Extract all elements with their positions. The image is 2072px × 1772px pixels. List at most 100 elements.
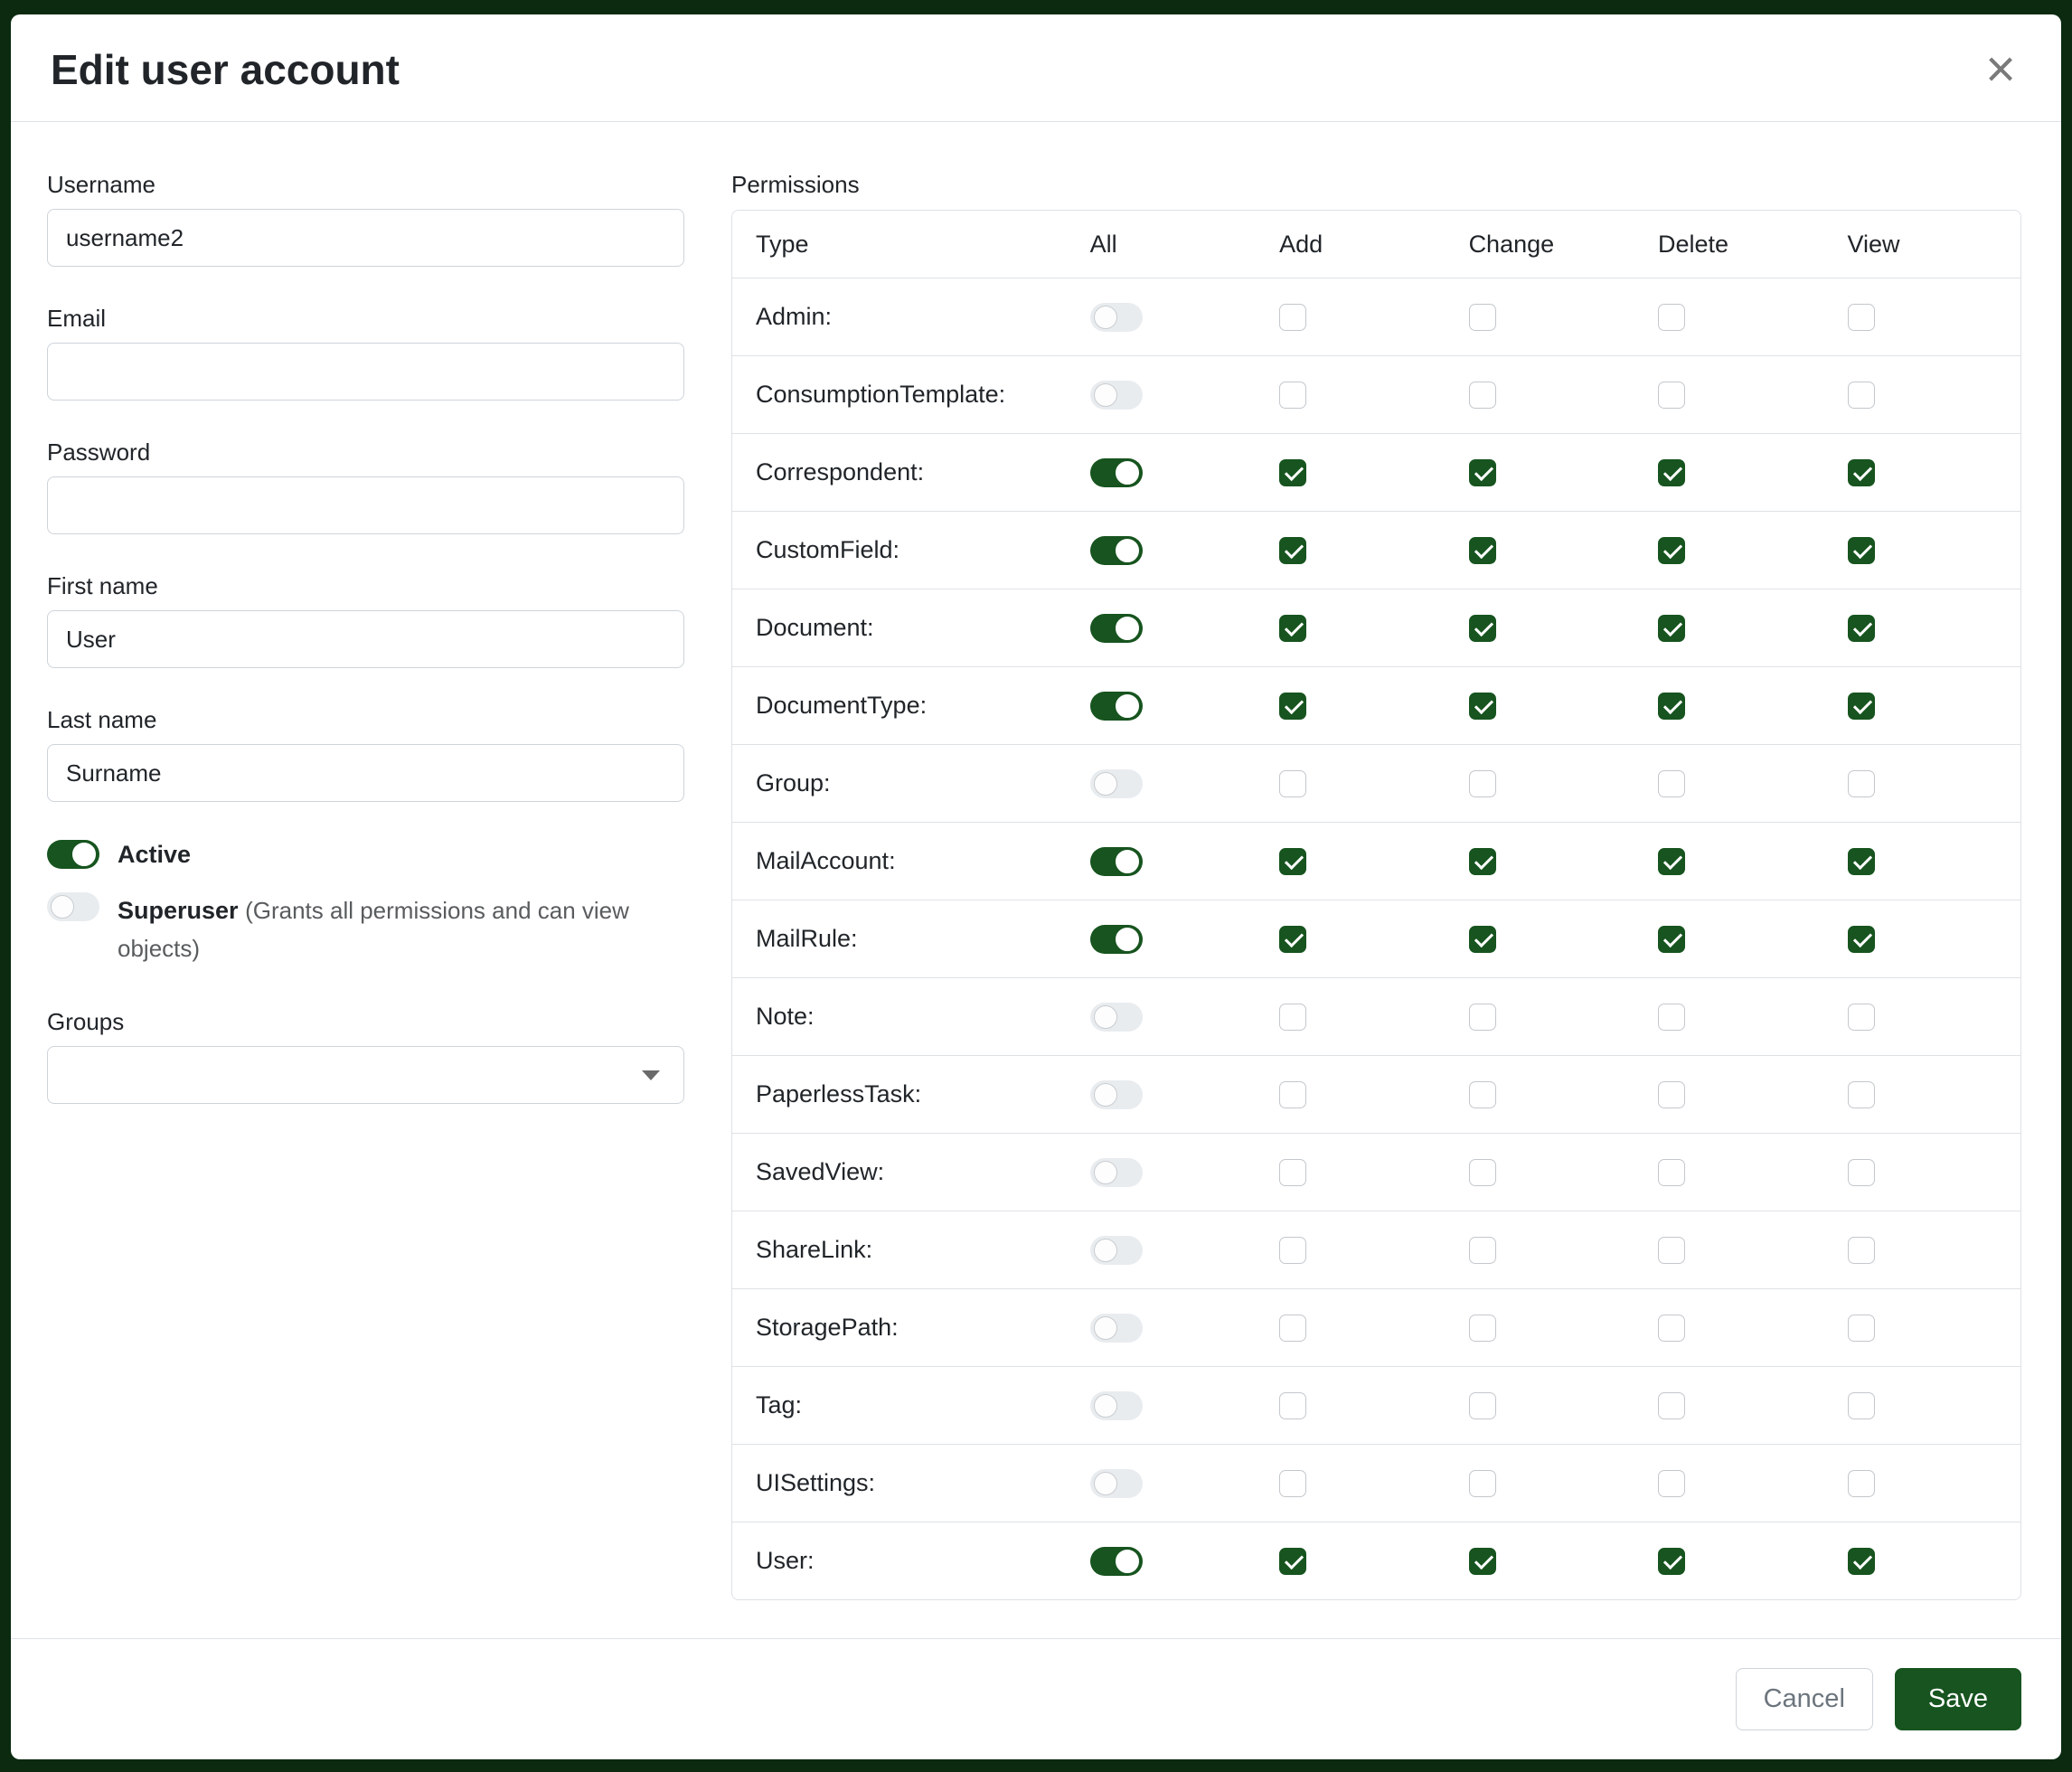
perm-add-checkbox[interactable] — [1279, 848, 1306, 875]
perm-add-checkbox[interactable] — [1279, 615, 1306, 642]
perm-add-checkbox[interactable] — [1279, 1159, 1306, 1186]
perm-view-checkbox[interactable] — [1848, 770, 1875, 797]
toggle-knob — [1094, 1316, 1117, 1340]
perm-change-checkbox[interactable] — [1469, 770, 1496, 797]
perm-view-checkbox[interactable] — [1848, 615, 1875, 642]
perm-view-checkbox[interactable] — [1848, 1159, 1875, 1186]
perm-add-checkbox[interactable] — [1279, 537, 1306, 564]
perm-delete-checkbox[interactable] — [1658, 770, 1685, 797]
perm-delete-checkbox[interactable] — [1658, 1081, 1685, 1108]
perm-view-checkbox[interactable] — [1848, 1470, 1875, 1497]
perm-all-toggle[interactable] — [1090, 1158, 1143, 1187]
perm-all-toggle[interactable] — [1090, 1080, 1143, 1109]
perm-all-toggle[interactable] — [1090, 536, 1143, 565]
username-input[interactable] — [47, 209, 684, 267]
perm-add-checkbox[interactable] — [1279, 459, 1306, 486]
perm-delete-checkbox[interactable] — [1658, 926, 1685, 953]
perm-change-checkbox[interactable] — [1469, 1004, 1496, 1031]
perm-view-checkbox[interactable] — [1848, 693, 1875, 720]
groups-select[interactable] — [47, 1046, 684, 1104]
perm-delete-checkbox[interactable] — [1658, 459, 1685, 486]
perm-change-checkbox[interactable] — [1469, 304, 1496, 331]
perm-add-checkbox[interactable] — [1279, 1004, 1306, 1031]
perm-delete-checkbox[interactable] — [1658, 848, 1685, 875]
perm-add-checkbox[interactable] — [1279, 1470, 1306, 1497]
perm-add-checkbox[interactable] — [1279, 1081, 1306, 1108]
email-input[interactable] — [47, 343, 684, 401]
perm-add-checkbox[interactable] — [1279, 693, 1306, 720]
perm-all-toggle[interactable] — [1090, 614, 1143, 643]
perm-change-checkbox[interactable] — [1469, 1548, 1496, 1575]
perm-view-checkbox[interactable] — [1848, 848, 1875, 875]
perm-add-checkbox[interactable] — [1279, 1548, 1306, 1575]
perm-delete-checkbox[interactable] — [1658, 1548, 1685, 1575]
perm-all-toggle[interactable] — [1090, 769, 1143, 798]
perm-all-toggle[interactable] — [1090, 458, 1143, 487]
perm-change-checkbox[interactable] — [1469, 1315, 1496, 1342]
perm-all-toggle[interactable] — [1090, 1314, 1143, 1343]
perm-change-checkbox[interactable] — [1469, 848, 1496, 875]
perm-delete-checkbox[interactable] — [1658, 1392, 1685, 1419]
perm-delete-checkbox[interactable] — [1658, 1237, 1685, 1264]
cancel-button[interactable]: Cancel — [1736, 1668, 1873, 1730]
perm-view-checkbox[interactable] — [1848, 382, 1875, 409]
first-name-input[interactable] — [47, 610, 684, 668]
perm-change-checkbox[interactable] — [1469, 1470, 1496, 1497]
perm-change-checkbox[interactable] — [1469, 382, 1496, 409]
perm-view-checkbox[interactable] — [1848, 1237, 1875, 1264]
perm-all-toggle[interactable] — [1090, 1003, 1143, 1032]
perm-view-checkbox[interactable] — [1848, 1392, 1875, 1419]
perm-delete-checkbox[interactable] — [1658, 537, 1685, 564]
perm-delete-checkbox[interactable] — [1658, 693, 1685, 720]
permission-row: StoragePath: — [732, 1289, 2020, 1367]
perm-delete-checkbox[interactable] — [1658, 304, 1685, 331]
last-name-field-group: Last name — [47, 706, 684, 802]
perm-add-checkbox[interactable] — [1279, 1315, 1306, 1342]
perm-delete-checkbox[interactable] — [1658, 1004, 1685, 1031]
perm-view-checkbox[interactable] — [1848, 1315, 1875, 1342]
perm-add-checkbox[interactable] — [1279, 770, 1306, 797]
perm-change-checkbox[interactable] — [1469, 615, 1496, 642]
last-name-input[interactable] — [47, 744, 684, 802]
perm-delete-checkbox[interactable] — [1658, 1315, 1685, 1342]
perm-change-checkbox[interactable] — [1469, 1392, 1496, 1419]
perm-view-checkbox[interactable] — [1848, 1004, 1875, 1031]
password-input[interactable] — [47, 476, 684, 534]
perm-add-checkbox[interactable] — [1279, 382, 1306, 409]
perm-change-checkbox[interactable] — [1469, 459, 1496, 486]
perm-all-toggle[interactable] — [1090, 925, 1143, 954]
perm-add-checkbox[interactable] — [1279, 926, 1306, 953]
perm-delete-checkbox[interactable] — [1658, 1470, 1685, 1497]
perm-all-toggle[interactable] — [1090, 1547, 1143, 1576]
perm-all-toggle[interactable] — [1090, 692, 1143, 721]
perm-all-toggle[interactable] — [1090, 1391, 1143, 1420]
perm-view-checkbox[interactable] — [1848, 537, 1875, 564]
perm-all-toggle[interactable] — [1090, 1236, 1143, 1265]
perm-view-checkbox[interactable] — [1848, 1081, 1875, 1108]
perm-delete-checkbox[interactable] — [1658, 1159, 1685, 1186]
perm-add-checkbox[interactable] — [1279, 1392, 1306, 1419]
perm-view-checkbox[interactable] — [1848, 1548, 1875, 1575]
close-icon[interactable]: × — [1980, 43, 2021, 96]
perm-view-checkbox[interactable] — [1848, 459, 1875, 486]
modal-title: Edit user account — [51, 47, 400, 93]
perm-change-checkbox[interactable] — [1469, 926, 1496, 953]
perm-add-checkbox[interactable] — [1279, 1237, 1306, 1264]
superuser-toggle[interactable] — [47, 892, 99, 921]
perm-change-checkbox[interactable] — [1469, 1159, 1496, 1186]
perm-all-toggle[interactable] — [1090, 381, 1143, 410]
perm-all-toggle[interactable] — [1090, 847, 1143, 876]
perm-view-checkbox[interactable] — [1848, 304, 1875, 331]
save-button[interactable]: Save — [1895, 1668, 2021, 1730]
perm-view-checkbox[interactable] — [1848, 926, 1875, 953]
perm-change-checkbox[interactable] — [1469, 1237, 1496, 1264]
perm-delete-checkbox[interactable] — [1658, 615, 1685, 642]
perm-add-checkbox[interactable] — [1279, 304, 1306, 331]
perm-all-toggle[interactable] — [1090, 303, 1143, 332]
active-toggle[interactable] — [47, 840, 99, 869]
perm-change-checkbox[interactable] — [1469, 537, 1496, 564]
perm-all-toggle[interactable] — [1090, 1469, 1143, 1498]
perm-delete-checkbox[interactable] — [1658, 382, 1685, 409]
perm-change-checkbox[interactable] — [1469, 1081, 1496, 1108]
perm-change-checkbox[interactable] — [1469, 693, 1496, 720]
